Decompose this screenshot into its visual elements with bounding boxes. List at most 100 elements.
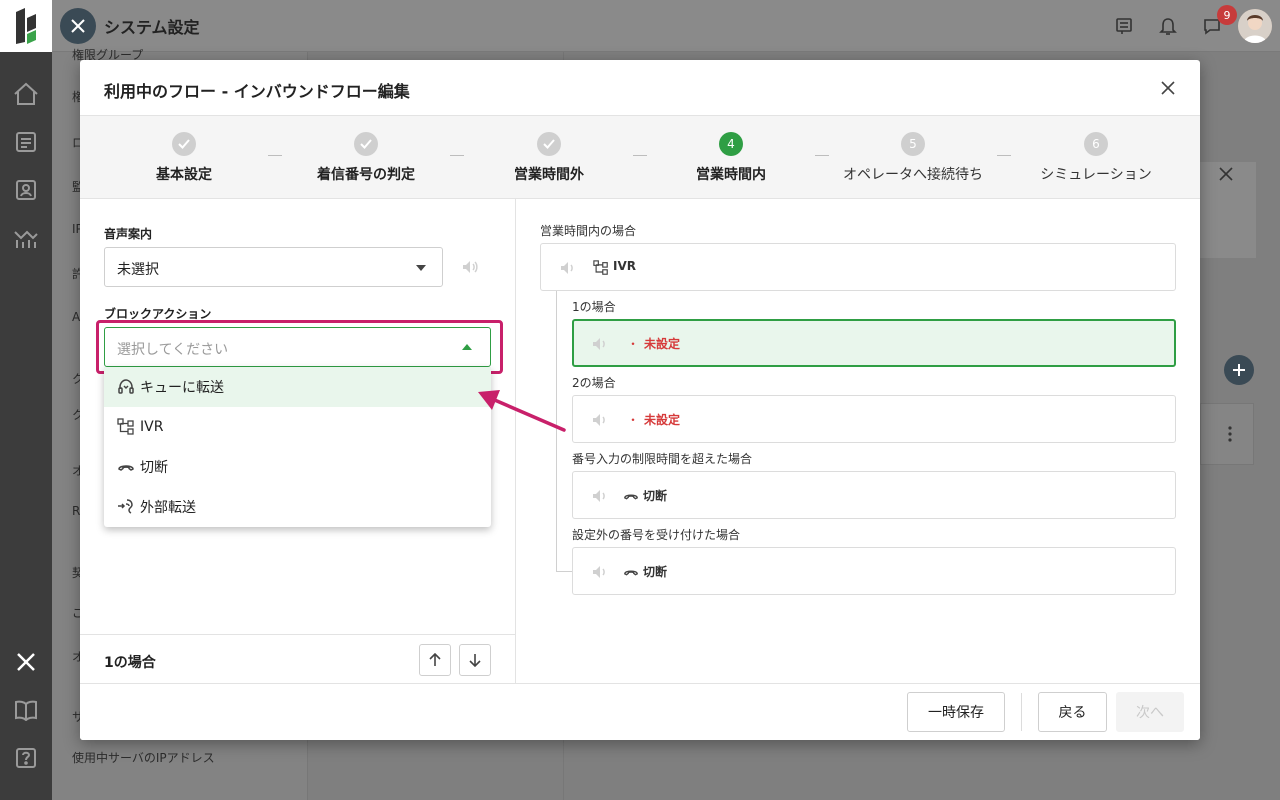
- option-hangup[interactable]: 切断: [104, 447, 491, 487]
- unset-dot: ・: [627, 413, 640, 427]
- arrow-down-icon: [469, 654, 481, 667]
- check-icon: [172, 132, 196, 156]
- chevron-down-icon: [416, 265, 426, 271]
- save-draft-button[interactable]: 一時保存: [907, 692, 1005, 732]
- check-icon: [354, 132, 378, 156]
- notification-badge: 9: [1217, 5, 1237, 25]
- branch-node-value: 切断: [643, 489, 668, 503]
- option-external-transfer[interactable]: 外部転送: [104, 487, 491, 527]
- step-label: 着信番号の判定: [317, 167, 415, 183]
- voice-guide-label: 音声案内: [104, 227, 153, 241]
- current-branch-label: 1の場合: [104, 655, 156, 671]
- speaker-icon: [593, 414, 605, 426]
- step-label: 基本設定: [156, 167, 212, 183]
- move-up-button[interactable]: [419, 644, 451, 676]
- arrow-up-icon: [429, 653, 441, 666]
- step-indicator: 基本設定 着信番号の判定 営業時間外 4 営業時間内 5 オペレータへ接続待ち …: [80, 116, 1200, 199]
- root-label: 営業時間内の場合: [540, 224, 637, 238]
- modal-header: 利用中のフロー - インバウンドフロー編集: [80, 60, 1200, 116]
- branch-label: 設定外の番号を受け付けた場合: [572, 528, 741, 542]
- close-icon[interactable]: [1158, 78, 1178, 98]
- step-business-hours[interactable]: 4 営業時間内: [641, 132, 821, 184]
- modal-title: 利用中のフロー - インバウンドフロー編集: [104, 82, 410, 101]
- settings-tools-icon[interactable]: [0, 638, 52, 686]
- block-action-dropdown: キューに転送 IVR 切断 外部転送: [104, 367, 491, 527]
- bg-kebab-icon: [1228, 426, 1232, 446]
- step-operator-wait[interactable]: 5 オペレータへ接続待ち: [823, 132, 1003, 184]
- block-action-label: ブロックアクション: [104, 307, 212, 321]
- top-bar: システム設定: [52, 0, 1280, 52]
- branch-label: 2の場合: [572, 376, 616, 390]
- bg-close-icon: [1219, 166, 1233, 185]
- branch-node[interactable]: 切断: [572, 471, 1176, 519]
- step-incoming-number[interactable]: 着信番号の判定: [276, 132, 456, 184]
- block-action-placeholder: 選択してください: [117, 342, 229, 358]
- system-settings-icon: [60, 8, 96, 44]
- bg-sidebar-item: 使用中サーバのIPアドレス: [72, 751, 215, 765]
- ivr-tree-icon: [593, 260, 608, 275]
- option-label: キューに転送: [140, 380, 224, 396]
- tree-connector: [556, 571, 572, 572]
- footer-divider: [1021, 693, 1022, 731]
- page-title: システム設定: [104, 18, 200, 37]
- branch-node[interactable]: ・ 未設定: [572, 395, 1176, 443]
- step-number: 6: [1084, 132, 1108, 156]
- app-logo[interactable]: [0, 0, 52, 52]
- home-icon[interactable]: [0, 70, 52, 118]
- step-simulation[interactable]: 6 シミュレーション: [1006, 132, 1186, 184]
- block-action-select[interactable]: 選択してください: [104, 327, 491, 367]
- branch-node[interactable]: 切断: [572, 547, 1176, 595]
- ivr-tree-icon: [116, 417, 136, 437]
- external-transfer-icon: [116, 497, 136, 517]
- root-node[interactable]: IVR: [540, 243, 1176, 291]
- bell-icon[interactable]: [1156, 14, 1180, 38]
- branch-node-value: 未設定: [644, 413, 681, 427]
- headset-icon: [116, 377, 136, 397]
- bg-sidebar-item: A: [72, 310, 81, 324]
- step-label: シミュレーション: [1040, 167, 1152, 183]
- tree-connector: [556, 291, 557, 572]
- speaker-icon[interactable]: [461, 258, 479, 276]
- speaker-icon: [593, 490, 605, 502]
- voice-guide-select[interactable]: 未選択: [104, 247, 443, 287]
- bg-card: [1200, 403, 1254, 465]
- branch-node-value: 切断: [643, 565, 668, 579]
- branch-node-value: 未設定: [644, 337, 681, 351]
- bg-add-icon: [1224, 355, 1254, 385]
- help-icon[interactable]: [0, 734, 52, 782]
- option-ivr[interactable]: IVR: [104, 407, 491, 447]
- modal-footer: 一時保存 戻る 次へ: [80, 683, 1200, 740]
- speaker-icon: [561, 262, 573, 274]
- check-icon: [537, 132, 561, 156]
- step-number: 5: [901, 132, 925, 156]
- option-queue-transfer[interactable]: キューに転送: [104, 367, 491, 407]
- manual-book-icon[interactable]: [0, 686, 52, 734]
- branch-label: 番号入力の制限時間を超えた場合: [572, 452, 753, 466]
- step-label: オペレータへ接続待ち: [843, 167, 983, 183]
- next-button[interactable]: 次へ: [1116, 692, 1184, 732]
- announcement-icon[interactable]: [1112, 14, 1136, 38]
- step-after-hours[interactable]: 営業時間外: [459, 132, 639, 184]
- option-label: 切断: [140, 460, 168, 476]
- chevron-up-icon: [462, 344, 472, 350]
- step-label: 営業時間内: [696, 167, 766, 183]
- step-basic-settings[interactable]: 基本設定: [94, 132, 274, 184]
- hangup-icon: [116, 457, 136, 477]
- step-label: 営業時間外: [514, 167, 584, 183]
- contacts-icon[interactable]: [0, 166, 52, 214]
- root-node-value: IVR: [613, 259, 636, 273]
- left-nav: [0, 0, 52, 800]
- list-icon[interactable]: [0, 118, 52, 166]
- left-pane-footer: 1の場合: [80, 634, 516, 684]
- speaker-icon: [593, 566, 605, 578]
- user-avatar[interactable]: [1238, 9, 1272, 43]
- speaker-icon: [593, 338, 605, 350]
- branch-node-selected[interactable]: ・ 未設定: [572, 319, 1176, 367]
- back-button[interactable]: 戻る: [1038, 692, 1107, 732]
- analytics-icon[interactable]: [0, 214, 52, 262]
- option-label: 外部転送: [140, 500, 196, 516]
- move-down-button[interactable]: [459, 644, 491, 676]
- unset-dot: ・: [627, 337, 640, 351]
- voice-guide-value: 未選択: [117, 262, 159, 278]
- flow-edit-modal: 利用中のフロー - インバウンドフロー編集 基本設定 着信番号の判定 営業時間外…: [80, 60, 1200, 740]
